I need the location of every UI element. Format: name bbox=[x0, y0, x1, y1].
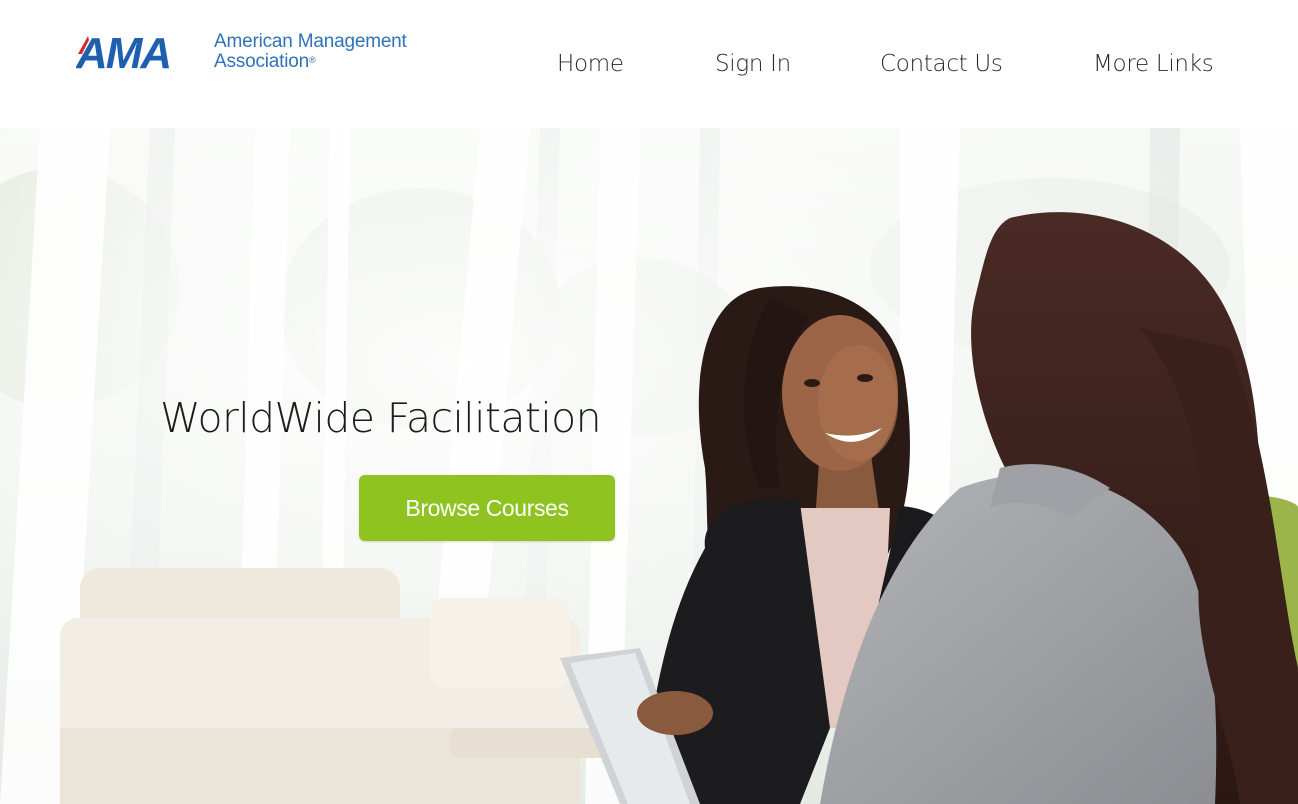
browse-courses-button[interactable]: Browse Courses bbox=[359, 475, 615, 541]
hero-title: WorldWide Facilitation bbox=[160, 394, 602, 442]
site-header: AMA American Management Association® Hom… bbox=[0, 0, 1298, 128]
nav-contact-us-link[interactable]: Contact Us bbox=[880, 46, 1003, 82]
hero-background-image bbox=[0, 128, 1298, 804]
main-nav: Home Sign In Contact Us More Links bbox=[0, 46, 1298, 82]
nav-home-link[interactable]: Home bbox=[557, 46, 624, 82]
nav-more-links-link[interactable]: More Links bbox=[1093, 46, 1214, 82]
hero-banner: WorldWide Facilitation Browse Courses bbox=[0, 128, 1298, 804]
nav-sign-in-link[interactable]: Sign In bbox=[715, 46, 791, 82]
